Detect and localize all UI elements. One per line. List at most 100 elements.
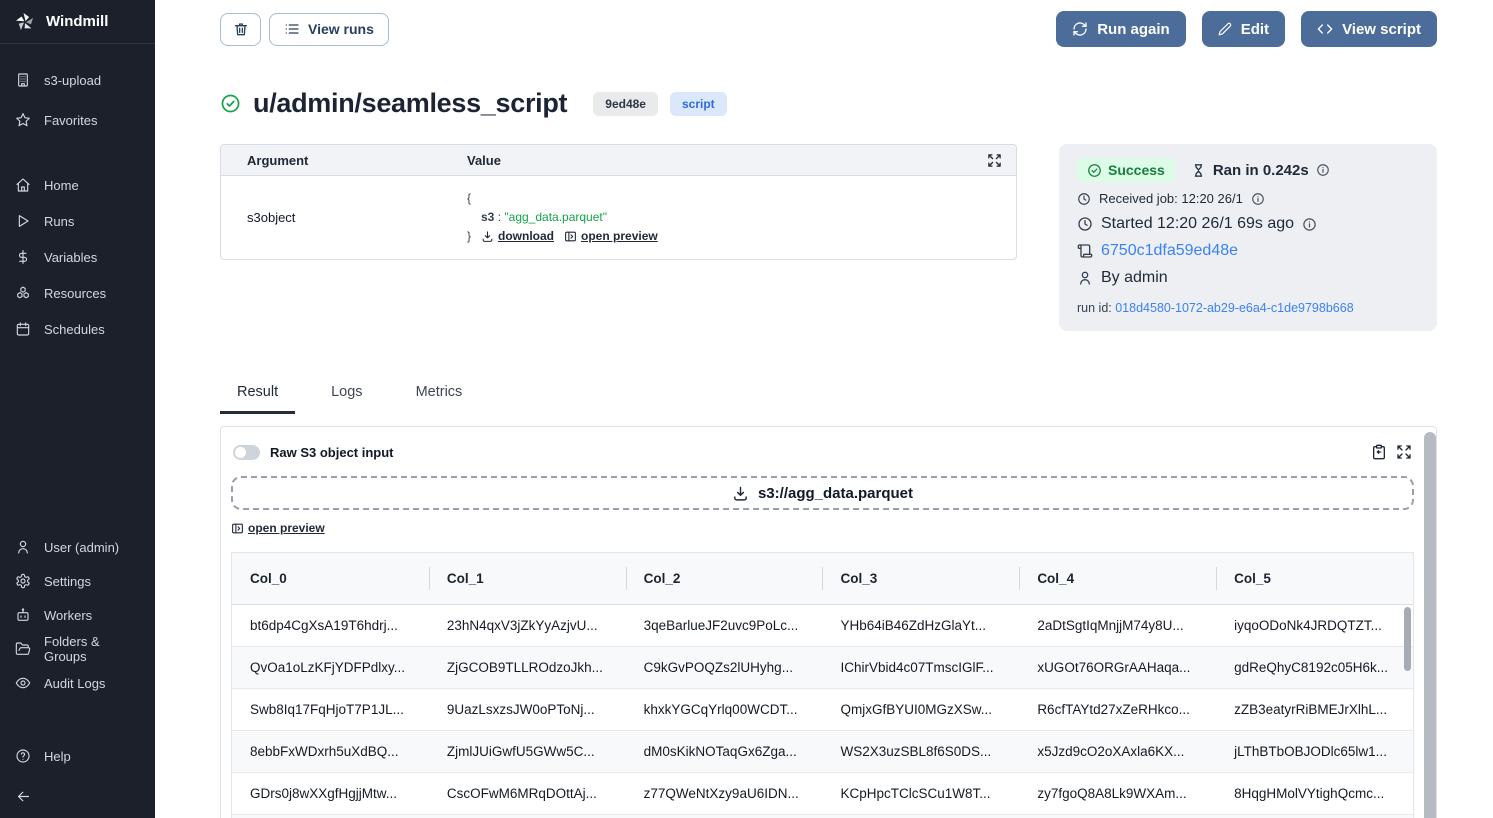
view-runs-button[interactable]: View runs [269, 13, 389, 46]
table-cell: 2aDtSgtIqMnjjM74y8U... [1019, 605, 1216, 647]
table-cell: ZjGCOB9TLLROdzoJkh... [429, 647, 626, 689]
play-icon [15, 213, 31, 229]
info-icon[interactable] [1302, 217, 1317, 232]
edit-label: Edit [1241, 21, 1269, 38]
sidebar-item-label: User (admin) [44, 540, 119, 555]
main-content: View runs Run again Edit View script u [155, 0, 1493, 818]
table-cell: 8HqgHMolVYtighQcmc... [1216, 773, 1413, 815]
sidebar-item-settings[interactable]: Settings [0, 564, 155, 598]
workspace-brand[interactable]: Windmill [0, 0, 155, 44]
table-cell: C9kGvPOQZs2lUHyhg... [626, 647, 823, 689]
table-cell [429, 815, 626, 818]
s3-file-download-bar[interactable]: s3://agg_data.parquet [231, 476, 1414, 510]
sidebar-item-favorites[interactable]: Favorites [0, 100, 155, 140]
table-cell: KCpHpcTClcSCu1W8T... [822, 773, 1019, 815]
table-cell [822, 815, 1019, 818]
table-scrollbar-thumb[interactable] [1404, 607, 1411, 671]
argument-value: { s3 : "agg_data.parquet" } download [467, 189, 1016, 246]
open-preview-link[interactable]: open preview [564, 227, 658, 246]
result-panel-scrollbar[interactable] [1424, 428, 1436, 818]
view-runs-label: View runs [308, 21, 374, 37]
sidebar-item-workers[interactable]: Workers [0, 598, 155, 632]
open-preview-label: open preview [248, 521, 325, 535]
refresh-icon [1072, 21, 1088, 37]
scroll-icon [1077, 243, 1093, 259]
sidebar: Windmill s3-upload Favorites Home Runs [0, 0, 155, 818]
sidebar-item-folders-groups[interactable]: Folders & Groups [0, 632, 155, 666]
result-data-table: Col_0Col_1Col_2Col_3Col_4Col_5 bt6dp4CgX… [231, 552, 1414, 818]
raw-s3-toggle-label: Raw S3 object input [270, 445, 394, 460]
sidebar-item-variables[interactable]: Variables [0, 239, 155, 275]
tab-result[interactable]: Result [220, 384, 295, 414]
column-header: Col_0 [232, 553, 429, 605]
delete-button[interactable] [220, 13, 261, 46]
run-id-link[interactable]: 018d4580-1072-ab29-e6a4-c1de9798b668 [1115, 301, 1353, 315]
result-panel-scrollbar-thumb[interactable] [1424, 432, 1436, 818]
sidebar-item-label: Folders & Groups [44, 634, 140, 664]
sidebar-item-schedules[interactable]: Schedules [0, 311, 155, 347]
table-row: 8ebbFxWDxrh5uXdBQ...ZjmlJUiGwfU5GWw5C...… [232, 731, 1413, 773]
table-cell: dM0sKikNOTaqGx6Zga... [626, 731, 823, 773]
tab-logs[interactable]: Logs [314, 384, 379, 414]
expand-args-icon[interactable] [987, 153, 1016, 168]
hash-badge: 9ed48e [593, 92, 658, 116]
open-preview-link[interactable]: open preview [231, 521, 325, 535]
edit-button[interactable]: Edit [1202, 11, 1285, 47]
job-hash-link[interactable]: 6750c1dfa59ed48e [1101, 242, 1238, 260]
collapse-sidebar-icon[interactable] [15, 788, 32, 805]
result-table-body: bt6dp4CgXsA19T6hdrj...23hN4qxV3jZkYyAzjv… [232, 605, 1413, 818]
column-header: Col_3 [822, 553, 1019, 605]
table-cell: x5Jzd9cO2oXAxla6KX... [1019, 731, 1216, 773]
download-link[interactable]: download [481, 227, 554, 246]
building-icon [15, 72, 31, 88]
sidebar-item-resources[interactable]: Resources [0, 275, 155, 311]
table-cell [232, 815, 429, 818]
table-cell: IChirVbid4c07TmscIGlF... [822, 647, 1019, 689]
code-icon [1317, 21, 1333, 37]
windmill-logo-icon [14, 11, 36, 33]
json-string-value: "agg_data.parquet" [504, 210, 607, 224]
table-cell: YHb64iB46ZdHzGlaYt... [822, 605, 1019, 647]
view-script-button[interactable]: View script [1301, 11, 1437, 47]
sidebar-item-home[interactable]: Home [0, 167, 155, 203]
expand-result-icon[interactable] [1396, 444, 1412, 460]
sidebar-item-audit-logs[interactable]: Audit Logs [0, 666, 155, 700]
column-header: Col_1 [429, 553, 626, 605]
clock-icon [1077, 192, 1091, 206]
raw-s3-toggle[interactable] [233, 445, 260, 460]
open-preview-label: open preview [581, 227, 658, 246]
sidebar-item-workspace[interactable]: s3-upload [0, 60, 155, 100]
table-cell: QmjxGfBYUI0MGzXSw... [822, 689, 1019, 731]
table-cell: CscOFwM6MRqDOttAj... [429, 773, 626, 815]
table-cell [1019, 815, 1216, 818]
help-icon [15, 748, 31, 764]
run-duration: Ran in 0.242s [1213, 162, 1309, 179]
script-type-badge: script [670, 92, 727, 116]
eye-icon [15, 675, 31, 691]
status-badge-label: Success [1108, 162, 1165, 178]
boxes-icon [15, 285, 31, 301]
run-again-button[interactable]: Run again [1056, 11, 1186, 47]
table-cell [626, 815, 823, 818]
column-header: Col_2 [626, 553, 823, 605]
table-row: QvOa1oLzKFjYDFPdlxy...ZjGCOB9TLLROdzoJkh… [232, 647, 1413, 689]
run-status-panel: Success Ran in 0.242s Received job: 12:2… [1059, 144, 1437, 331]
page-title: u/admin/seamless_script [253, 88, 567, 119]
info-icon[interactable] [1251, 192, 1265, 206]
download-label: download [498, 227, 554, 246]
tab-metrics[interactable]: Metrics [399, 384, 480, 414]
dollar-icon [15, 249, 31, 265]
argument-column-header: Argument [247, 153, 467, 168]
folder-icon [15, 641, 31, 657]
table-cell: WS2X3uzSBL8f6S0DS... [822, 731, 1019, 773]
sidebar-item-label: Resources [44, 286, 106, 301]
result-tabs: Result Logs Metrics [220, 384, 1437, 414]
column-header: Col_4 [1019, 553, 1216, 605]
info-icon[interactable] [1316, 163, 1330, 177]
sidebar-item-user[interactable]: User (admin) [0, 530, 155, 564]
copy-result-icon[interactable] [1371, 444, 1387, 460]
sidebar-item-runs[interactable]: Runs [0, 203, 155, 239]
sidebar-item-label: Favorites [44, 113, 97, 128]
sidebar-item-help[interactable]: Help [0, 738, 155, 774]
column-header: Col_5 [1216, 553, 1413, 605]
